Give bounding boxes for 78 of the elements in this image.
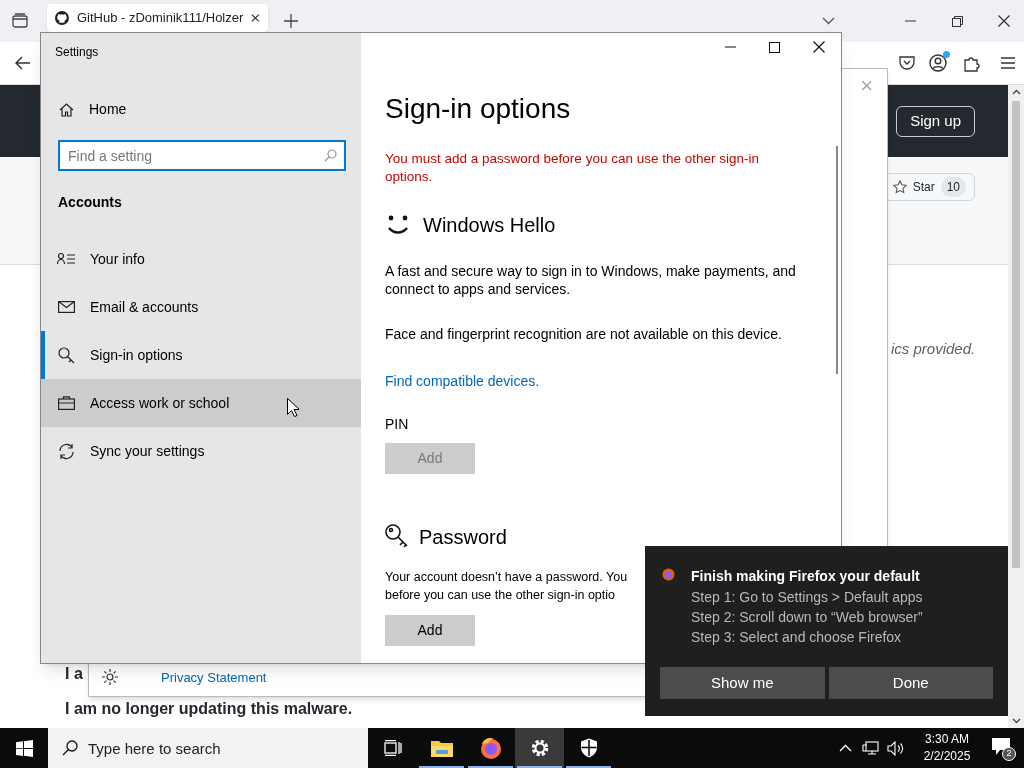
tab-overflow-chevron-icon[interactable] bbox=[822, 17, 835, 25]
nav-item[interactable]: Access work or school bbox=[41, 379, 361, 427]
toast-button[interactable]: Show me bbox=[660, 667, 825, 699]
new-tab-icon[interactable] bbox=[284, 14, 298, 28]
menu-icon[interactable] bbox=[1001, 57, 1015, 69]
section-heading: Accounts bbox=[58, 193, 123, 212]
toast-step: Step 2: Scroll down to “Web browser” bbox=[691, 607, 923, 627]
close-icon[interactable] bbox=[998, 15, 1010, 27]
nav-item[interactable]: Email & accounts bbox=[41, 283, 361, 331]
description-text: A fast and secure way to sign in to Windows, make payments, and connect to apps and services. bbox=[385, 262, 797, 298]
section-title: Password bbox=[419, 525, 507, 550]
restore-icon[interactable] bbox=[952, 15, 963, 27]
privacy-statement-link[interactable]: Privacy Statement bbox=[161, 667, 267, 687]
scrollbar-thumb[interactable] bbox=[836, 146, 838, 374]
nav-item[interactable]: Your info bbox=[41, 235, 361, 283]
folder-icon bbox=[430, 739, 453, 757]
account-icon[interactable] bbox=[929, 54, 947, 72]
search-field[interactable]: Find a setting bbox=[58, 140, 346, 171]
cursor-icon bbox=[287, 398, 299, 417]
person-list-icon bbox=[57, 252, 75, 266]
back-arrow-icon[interactable] bbox=[15, 56, 31, 70]
message-icon bbox=[992, 738, 1010, 756]
search-icon bbox=[324, 149, 337, 162]
pin-label: PIN bbox=[385, 415, 409, 434]
puzzle-piece-icon[interactable] bbox=[964, 54, 981, 72]
star-icon bbox=[892, 180, 907, 194]
action-center-button[interactable]: 2 bbox=[990, 735, 1016, 761]
add-button[interactable]: Add bbox=[385, 615, 475, 646]
toast-step: Step 3: Select and choose Firefox bbox=[691, 627, 923, 647]
scroll-down-icon[interactable] bbox=[1011, 718, 1021, 724]
network-icon[interactable] bbox=[862, 740, 879, 756]
pocket-icon[interactable] bbox=[899, 55, 915, 71]
readme-text: I a bbox=[65, 664, 83, 684]
toast-step: Step 1: Go to Settings > Default apps bbox=[691, 587, 923, 607]
toast-button[interactable]: Done bbox=[828, 667, 993, 699]
warning-text: You must add a password before you can use the other sign-in options. bbox=[385, 150, 760, 186]
github-logo-icon bbox=[55, 10, 69, 26]
maximize-icon[interactable] bbox=[769, 41, 780, 53]
password-text: Your account doesn’t have a password. You bbox=[385, 569, 628, 586]
running-indicator bbox=[419, 766, 464, 768]
scroll-up-icon[interactable] bbox=[1011, 89, 1021, 95]
windows-logo-icon bbox=[15, 739, 33, 757]
taskbar-search-field[interactable]: Type here to search bbox=[48, 728, 368, 768]
speaker-icon[interactable] bbox=[887, 740, 904, 756]
smiley-icon bbox=[385, 214, 411, 236]
compatible-devices-link[interactable]: Find compatible devices. bbox=[385, 371, 540, 392]
about-text: ics provided. bbox=[891, 339, 976, 359]
home-item[interactable]: Home bbox=[59, 99, 361, 120]
running-indicator bbox=[517, 766, 562, 768]
home-icon bbox=[59, 102, 74, 117]
taskbar-app[interactable] bbox=[515, 728, 564, 768]
running-indicator bbox=[468, 766, 513, 768]
task-view-icon bbox=[383, 740, 402, 756]
window-title: Settings bbox=[55, 44, 100, 61]
firefox-logo-icon bbox=[662, 568, 675, 581]
close-tab-icon[interactable] bbox=[251, 13, 260, 23]
sign-up-button[interactable]: Sign up bbox=[896, 105, 975, 137]
toast-title: Finish making Firefox your default bbox=[691, 567, 921, 586]
search-icon bbox=[62, 740, 78, 756]
mail-icon bbox=[57, 301, 75, 313]
tab-list-icon[interactable] bbox=[12, 13, 28, 29]
running-indicator bbox=[566, 766, 611, 768]
shield-icon bbox=[579, 738, 598, 758]
chevron-up-icon[interactable] bbox=[839, 744, 852, 752]
briefcase-icon bbox=[57, 396, 75, 410]
nav-item[interactable]: Sync your settings bbox=[41, 427, 361, 475]
firefox-logo-icon bbox=[478, 736, 503, 760]
availability-text: Face and fingerprint recognition are not available on this device. bbox=[385, 325, 782, 344]
clock[interactable]: 3:30 AM 2/2/2025 bbox=[916, 731, 978, 765]
close-icon[interactable] bbox=[813, 41, 825, 53]
scrollbar[interactable] bbox=[1008, 85, 1024, 728]
password-text: before you can use the other sign-in optio bbox=[385, 587, 615, 604]
section-title: Windows Hello bbox=[423, 213, 556, 238]
notification-count: 2 bbox=[1002, 747, 1016, 761]
readme-notice: I am no longer updating this malware. bbox=[65, 699, 353, 719]
browser-tab[interactable]: GitHub - zDominik111/Holzer bbox=[47, 4, 268, 32]
page-title: Sign-in options bbox=[385, 92, 571, 126]
sync-icon bbox=[57, 442, 75, 460]
